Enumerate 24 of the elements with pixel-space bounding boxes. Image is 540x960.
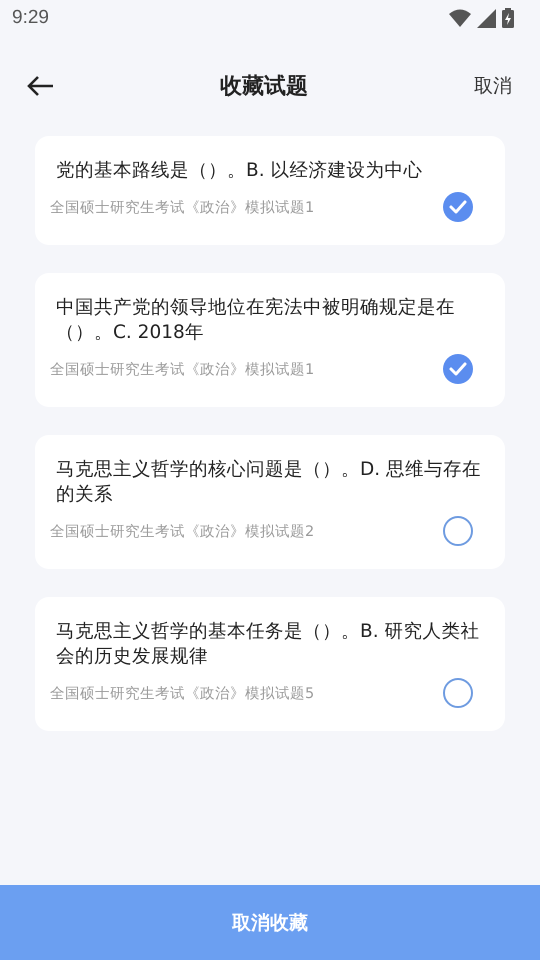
checkbox[interactable] xyxy=(442,353,474,385)
question-text: 党的基本路线是（）。B. 以经济建设为中心 xyxy=(55,159,424,183)
cancel-button[interactable]: 取消 xyxy=(474,73,512,99)
page-title: 收藏试题 xyxy=(220,73,308,101)
wifi-icon xyxy=(449,9,471,27)
question-card[interactable]: 马克思主义哲学的核心问题是（）。D. 思维与存在的关系 全国硕士研究生考试《政治》模拟试题2 xyxy=(35,435,505,569)
checkbox[interactable] xyxy=(442,677,474,709)
question-card[interactable]: 马克思主义哲学的基本任务是（）。B. 研究人类社会的历史发展规律 全国硕士研究生考试《政治》模拟试题5 xyxy=(35,597,505,731)
question-text: 马克思主义哲学的核心问题是（）。D. 思维与存在的关系 xyxy=(55,458,482,507)
status-time: 9:29 xyxy=(12,7,49,29)
question-source: 全国硕士研究生考试《政治》模拟试题2 xyxy=(50,522,314,540)
question-source: 全国硕士研究生考试《政治》模拟试题1 xyxy=(50,360,314,378)
signal-icon xyxy=(477,8,496,28)
battery-icon xyxy=(502,8,514,28)
question-text: 马克思主义哲学的基本任务是（）。B. 研究人类社会的历史发展规律 xyxy=(55,620,480,669)
back-button[interactable] xyxy=(26,75,54,97)
checkbox[interactable] xyxy=(442,191,474,223)
back-arrow-icon xyxy=(26,75,54,97)
question-source: 全国硕士研究生考试《政治》模拟试题5 xyxy=(50,684,314,702)
question-text: 中国共产党的领导地位在宪法中被明确规定是在（）。C. 2018年 xyxy=(55,296,456,345)
question-source: 全国硕士研究生考试《政治》模拟试题1 xyxy=(50,198,314,216)
checkbox[interactable] xyxy=(442,515,474,547)
question-card[interactable]: 党的基本路线是（）。B. 以经济建设为中心 全国硕士研究生考试《政治》模拟试题1 xyxy=(35,136,505,245)
question-card[interactable]: 中国共产党的领导地位在宪法中被明确规定是在（）。C. 2018年 全国硕士研究生考试《政治》模拟试题1 xyxy=(35,273,505,407)
